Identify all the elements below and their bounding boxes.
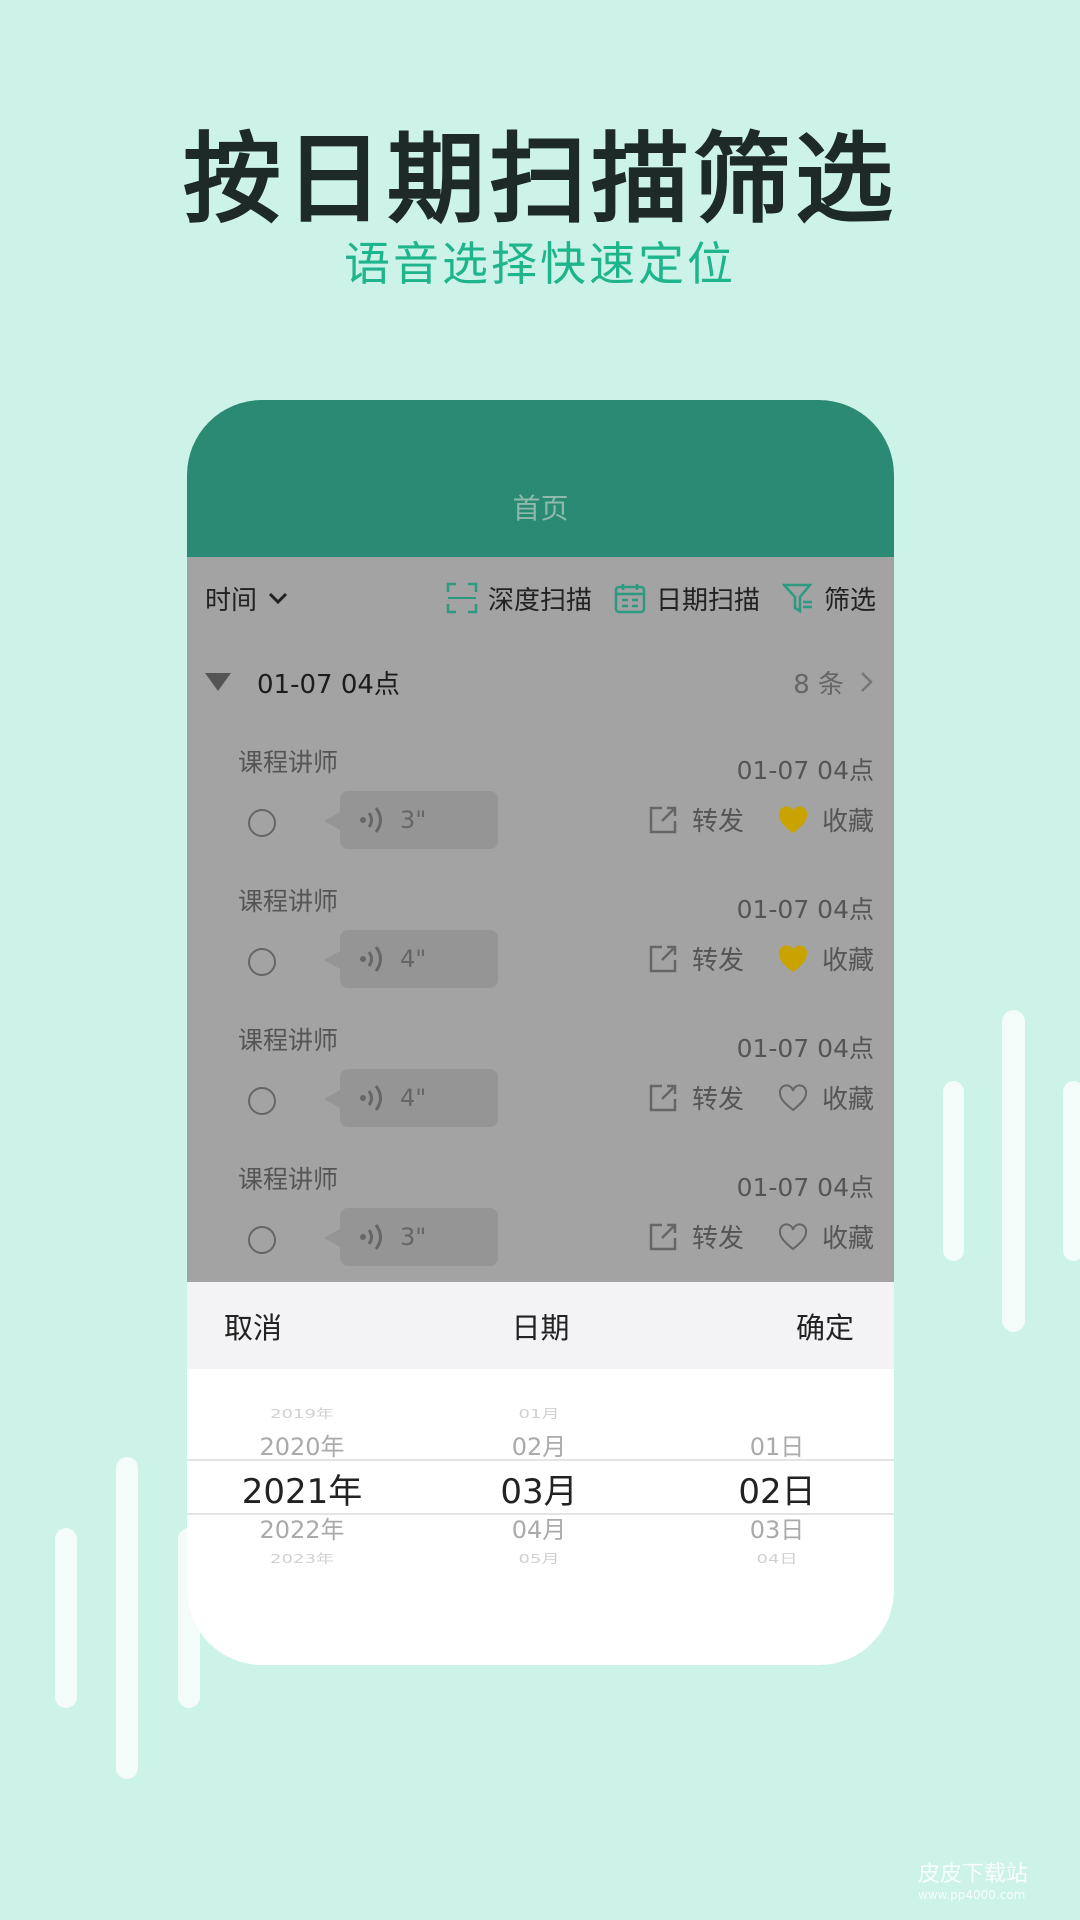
wheel-option[interactable]: 02日 <box>677 1464 877 1513</box>
forward-button[interactable]: 转发 <box>692 801 744 838</box>
sound-wave-icon <box>360 1085 382 1111</box>
confirm-button[interactable]: 确定 <box>796 1305 854 1347</box>
forward-button[interactable]: 转发 <box>692 940 744 977</box>
wheel-option[interactable]: 03日 <box>677 1510 877 1545</box>
group-title: 01-07 04点 <box>257 669 400 700</box>
item-label: 课程讲师 <box>238 1165 339 1194</box>
item-label: 课程讲师 <box>238 1026 339 1055</box>
day-wheel[interactable]: 01日 02日 03日 04日 <box>677 1369 877 1665</box>
month-wheel[interactable]: 01月 02月 03月 04月 05月 <box>439 1369 639 1665</box>
heart-icon[interactable] <box>778 945 808 973</box>
item-label: 课程讲师 <box>238 748 339 777</box>
group-count: 8 条 <box>793 669 844 700</box>
voice-bubble[interactable]: 4" <box>324 1069 498 1127</box>
select-radio[interactable] <box>248 809 276 837</box>
wheel-option[interactable]: 2020年 <box>202 1427 402 1462</box>
filter-button[interactable]: 筛选 <box>781 580 876 617</box>
wheel-option[interactable]: 01月 <box>439 1404 639 1422</box>
date-scan-button[interactable]: 日期扫描 <box>614 580 760 617</box>
item-time: 01-07 04点 <box>736 895 874 924</box>
phone-mockup: 首页 时间 深度扫描 日期扫描 筛选 01-07 04点 8 条 课程讲师 01… <box>187 400 894 1665</box>
wheel-option[interactable]: 01日 <box>677 1427 877 1462</box>
decor-bar <box>943 1081 964 1261</box>
item-time: 01-07 04点 <box>736 1034 874 1063</box>
share-icon <box>649 1223 677 1250</box>
share-icon <box>649 806 677 833</box>
voice-duration: 3" <box>400 806 427 834</box>
favorite-button[interactable]: 收藏 <box>822 801 874 838</box>
sound-wave-icon <box>360 946 382 972</box>
heart-icon[interactable] <box>778 1223 808 1251</box>
promo-subtitle: 语音选择快速定位 <box>344 237 736 291</box>
picker-title: 日期 <box>511 1310 570 1345</box>
wheel-option[interactable]: 04日 <box>677 1549 877 1567</box>
sound-wave-icon <box>360 1224 382 1250</box>
sound-wave-icon <box>360 807 382 833</box>
picker-header: 取消 日期 确定 <box>187 1282 894 1369</box>
sort-label: 时间 <box>205 585 258 616</box>
wheel-option[interactable]: 2023年 <box>202 1549 402 1567</box>
voice-bubble[interactable]: 4" <box>324 930 498 988</box>
deep-scan-label: 深度扫描 <box>487 585 592 616</box>
header-title: 首页 <box>512 492 569 525</box>
list-item: 课程讲师 01-07 04点 3" 转发 收藏 <box>187 1142 894 1281</box>
filter-icon <box>781 583 813 614</box>
app-header: 首页 <box>187 400 894 557</box>
item-label: 课程讲师 <box>238 887 339 916</box>
item-time: 01-07 04点 <box>736 756 874 785</box>
filter-label: 筛选 <box>823 585 876 616</box>
wheel-option[interactable]: 2019年 <box>202 1404 402 1422</box>
voice-bubble[interactable]: 3" <box>324 791 498 849</box>
chevron-right-icon <box>861 672 873 692</box>
heart-icon[interactable] <box>778 1084 808 1112</box>
watermark-name: 皮皮下载站 <box>918 1862 1029 1887</box>
list-item: 课程讲师 01-07 04点 4" 转发 收藏 <box>187 864 894 1003</box>
date-scan-label: 日期扫描 <box>655 585 760 616</box>
select-radio[interactable] <box>248 948 276 976</box>
share-icon <box>649 1084 677 1111</box>
toolbar: 时间 深度扫描 日期扫描 筛选 <box>187 557 894 639</box>
cancel-button[interactable]: 取消 <box>224 1305 282 1347</box>
wheel-option[interactable]: 02月 <box>439 1427 639 1462</box>
voice-duration: 4" <box>400 945 427 973</box>
decor-bar <box>1063 1081 1080 1261</box>
voice-bubble[interactable]: 3" <box>324 1208 498 1266</box>
year-wheel[interactable]: 2019年 2020年 2021年 2022年 2023年 <box>202 1369 402 1665</box>
date-wheel: 2019年 2020年 2021年 2022年 2023年 01月 02月 03月 04月 05… <box>187 1369 894 1665</box>
select-radio[interactable] <box>248 1087 276 1115</box>
wheel-option[interactable]: 04月 <box>439 1510 639 1545</box>
list-item: 课程讲师 01-07 04点 4" 转发 收藏 <box>187 1003 894 1142</box>
deep-scan-button[interactable]: 深度扫描 <box>446 580 592 617</box>
voice-duration: 3" <box>400 1223 427 1251</box>
favorite-button[interactable]: 收藏 <box>822 940 874 977</box>
wheel-option[interactable]: 05月 <box>439 1549 639 1567</box>
forward-button[interactable]: 转发 <box>692 1079 744 1116</box>
promo-title: 按日期扫描筛选 <box>182 123 897 237</box>
share-icon <box>649 945 677 972</box>
group-header[interactable]: 01-07 04点 8 条 <box>187 639 894 725</box>
decor-bar <box>1002 1010 1025 1332</box>
favorite-button[interactable]: 收藏 <box>822 1079 874 1116</box>
watermark-url: www.pp4000.com <box>918 1888 1026 1902</box>
wheel-option[interactable]: 2021年 <box>202 1464 402 1513</box>
decor-bar <box>55 1528 77 1708</box>
sort-dropdown[interactable]: 时间 <box>205 580 299 617</box>
decor-bar <box>116 1457 138 1779</box>
list-item: 课程讲师 01-07 04点 3" 转发 收藏 <box>187 725 894 864</box>
collapse-triangle-icon <box>205 673 231 691</box>
watermark: 皮皮下载站 www.pp4000.com <box>918 1856 1028 1902</box>
item-time: 01-07 04点 <box>736 1173 874 1202</box>
select-radio[interactable] <box>248 1226 276 1254</box>
wheel-option[interactable]: 2022年 <box>202 1510 402 1545</box>
chevron-down-icon <box>268 592 288 605</box>
favorite-button[interactable]: 收藏 <box>822 1218 874 1255</box>
recording-list: 时间 深度扫描 日期扫描 筛选 01-07 04点 8 条 课程讲师 01-07… <box>187 557 894 1282</box>
scan-icon <box>446 582 478 614</box>
wheel-option[interactable]: 03月 <box>439 1464 639 1513</box>
heart-icon[interactable] <box>778 806 808 834</box>
voice-duration: 4" <box>400 1084 427 1112</box>
forward-button[interactable]: 转发 <box>692 1218 744 1255</box>
calendar-icon <box>614 584 646 614</box>
